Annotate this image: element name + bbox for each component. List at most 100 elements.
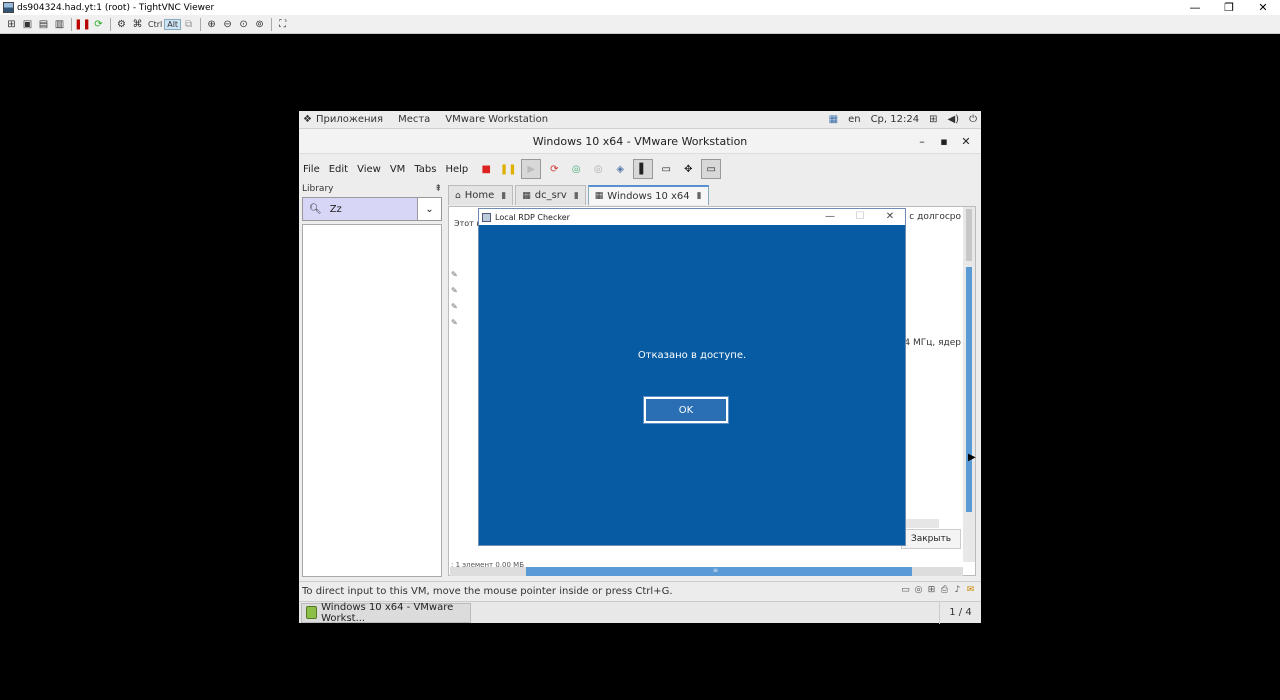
tightvnc-app-icon: [3, 2, 14, 13]
vmware-tray-icon[interactable]: ▦: [829, 114, 838, 125]
unity-icon[interactable]: ▭: [701, 159, 722, 179]
volume-icon[interactable]: ◀): [947, 114, 959, 125]
snapshot-icon[interactable]: ◎: [567, 160, 585, 178]
cd-icon[interactable]: ◎: [912, 585, 925, 598]
menu-vm[interactable]: VM: [390, 164, 405, 175]
workspace-indicator[interactable]: 1 / 4: [939, 601, 981, 624]
taskbar-item-label: Windows 10 x64 - VMware Workst...: [321, 601, 454, 624]
network-icon[interactable]: ⊞: [929, 114, 937, 125]
vmware-app-menu[interactable]: VMware Workstation: [445, 114, 548, 125]
win-key-icon[interactable]: ⌘: [130, 17, 145, 32]
fullscreen-icon[interactable]: ⛶: [275, 17, 290, 32]
pin-icon: ✎: [451, 286, 458, 295]
minimize-icon[interactable]: –: [911, 135, 933, 148]
refresh-icon[interactable]: ⟳: [91, 17, 106, 32]
minimize-icon[interactable]: —: [815, 209, 845, 225]
keyboard-layout[interactable]: en: [848, 114, 861, 125]
printer-icon[interactable]: ⎙: [938, 585, 951, 598]
vmware-menubar: File Edit View VM Tabs Help ■ ❚❚ ▶ ⟳ ◎ ◎…: [299, 154, 981, 184]
rdp-window-controls: — ☐ ✕: [815, 209, 905, 225]
toolbar-divider: [271, 17, 273, 31]
tab-label: Home: [464, 190, 495, 201]
zoom-in-icon[interactable]: ⊕: [204, 17, 219, 32]
menu-file[interactable]: File: [303, 164, 320, 175]
menu-view[interactable]: View: [357, 164, 381, 175]
vnc-window-controls: — ❐ ✕: [1178, 0, 1280, 15]
tab-home[interactable]: ⌂ Home ▮: [448, 185, 514, 205]
status-text: To direct input to this VM, move the mou…: [302, 586, 673, 597]
power-icon[interactable]: ⏻: [969, 114, 977, 125]
maximize-icon[interactable]: ▪: [933, 135, 955, 148]
zoom-reset-icon[interactable]: ⊙: [236, 17, 251, 32]
scrollbar-thumb[interactable]: [526, 567, 912, 576]
gnome-top-bar: ❖ Приложения Места VMware Workstation ▦ e…: [299, 111, 981, 129]
sound-icon[interactable]: ♪: [951, 585, 964, 598]
save-icon[interactable]: ▣: [20, 17, 35, 32]
tab-windows-10[interactable]: ▦ Windows 10 x64 ▮: [587, 185, 709, 205]
tab-close-icon[interactable]: ▮: [697, 191, 702, 201]
new-connection-icon[interactable]: ⊞: [4, 17, 19, 32]
alt-toggle[interactable]: Alt: [164, 18, 182, 30]
transfer-icon[interactable]: ⧉: [181, 17, 196, 32]
fullscreen-icon[interactable]: ✥: [679, 160, 697, 178]
options-icon[interactable]: ▤: [36, 17, 51, 32]
vmware-window-controls: – ▪ ✕: [911, 129, 977, 154]
applications-menu[interactable]: ❖ Приложения: [303, 114, 383, 125]
vm-icon: ▦: [522, 190, 531, 201]
taskbar-item-vmware[interactable]: Windows 10 x64 - VMware Workst...: [301, 601, 471, 624]
suspend-icon[interactable]: ❚❚: [499, 160, 517, 178]
pin-icon: ✎: [451, 302, 458, 311]
network-icon[interactable]: ⊞: [925, 585, 938, 598]
pause-icon[interactable]: ❚❚: [74, 17, 91, 32]
vm-icon: ▦: [594, 191, 604, 201]
rdp-dialog-body: Отказано в доступе. OK: [479, 225, 905, 545]
show-library-icon[interactable]: ▌: [633, 159, 654, 179]
library-search-input[interactable]: 🔍︎ Zz ⌄: [302, 197, 442, 221]
restore-icon[interactable]: ❐: [1212, 0, 1246, 15]
message-icon[interactable]: ✉: [964, 585, 977, 598]
tab-close-icon[interactable]: ▮: [574, 191, 579, 201]
snapshot-manager-icon[interactable]: ◈: [611, 160, 629, 178]
pin-icon[interactable]: ⇞: [434, 184, 442, 196]
minimize-icon[interactable]: —: [1178, 0, 1212, 15]
library-header: Library ⇞: [302, 184, 442, 196]
reset-icon[interactable]: ⟳: [545, 160, 563, 178]
tab-dc-srv[interactable]: ▦ dc_srv ▮: [515, 185, 586, 205]
power-on-icon[interactable]: ▶: [521, 159, 542, 179]
gnome-window-list: Windows 10 x64 - VMware Workst... 1 / 4: [299, 601, 981, 624]
revert-snapshot-icon[interactable]: ◎: [589, 160, 607, 178]
close-icon[interactable]: ✕: [955, 135, 977, 148]
ctrl-toggle[interactable]: Ctrl: [146, 20, 164, 29]
scrollbar-thumb[interactable]: [966, 267, 972, 512]
toolbar-divider: [200, 17, 202, 31]
power-off-icon[interactable]: ■: [477, 160, 495, 178]
chevron-down-icon[interactable]: ⌄: [417, 198, 441, 220]
thumbnail-bar-icon[interactable]: ▭: [657, 160, 675, 178]
guest-horizontal-scrollbar[interactable]: ≡: [450, 567, 963, 576]
search-icon: 🔍︎: [309, 203, 322, 215]
menu-help[interactable]: Help: [445, 164, 468, 175]
toolbar-divider: [110, 17, 111, 31]
places-menu[interactable]: Места: [398, 114, 430, 125]
tab-close-icon[interactable]: ▮: [501, 191, 506, 201]
vmware-window-title-bar: Windows 10 x64 - VMware Workstation – ▪ …: [299, 129, 981, 154]
library-tree[interactable]: [302, 224, 442, 577]
vmware-status-bar: To direct input to this VM, move the mou…: [299, 581, 981, 601]
menu-edit[interactable]: Edit: [329, 164, 348, 175]
menu-tabs[interactable]: Tabs: [414, 164, 436, 175]
zoom-fit-icon[interactable]: ⊚: [252, 17, 267, 32]
vnc-title-bar: ds904324.had.yt:1 (root) - TightVNC View…: [0, 0, 1280, 15]
ok-button[interactable]: OK: [643, 396, 729, 424]
zoom-out-icon[interactable]: ⊖: [220, 17, 235, 32]
rdp-checker-dialog: Local RDP Checker — ☐ ✕ Отказано в досту…: [478, 208, 906, 546]
clock[interactable]: Ср, 12:24: [871, 114, 920, 125]
close-icon[interactable]: ✕: [875, 209, 905, 225]
guest-close-button[interactable]: Закрыть: [901, 529, 961, 549]
pin-icon: ✎: [451, 270, 458, 279]
close-icon[interactable]: ✕: [1246, 0, 1280, 15]
info-icon[interactable]: ▥: [52, 17, 67, 32]
guest-vertical-scrollbar[interactable]: [963, 207, 975, 562]
ctrl-alt-del-icon[interactable]: ⚙: [114, 17, 129, 32]
hdd-icon[interactable]: ▭: [899, 585, 912, 598]
library-panel: Library ⇞ 🔍︎ Zz ⌄: [302, 184, 442, 579]
